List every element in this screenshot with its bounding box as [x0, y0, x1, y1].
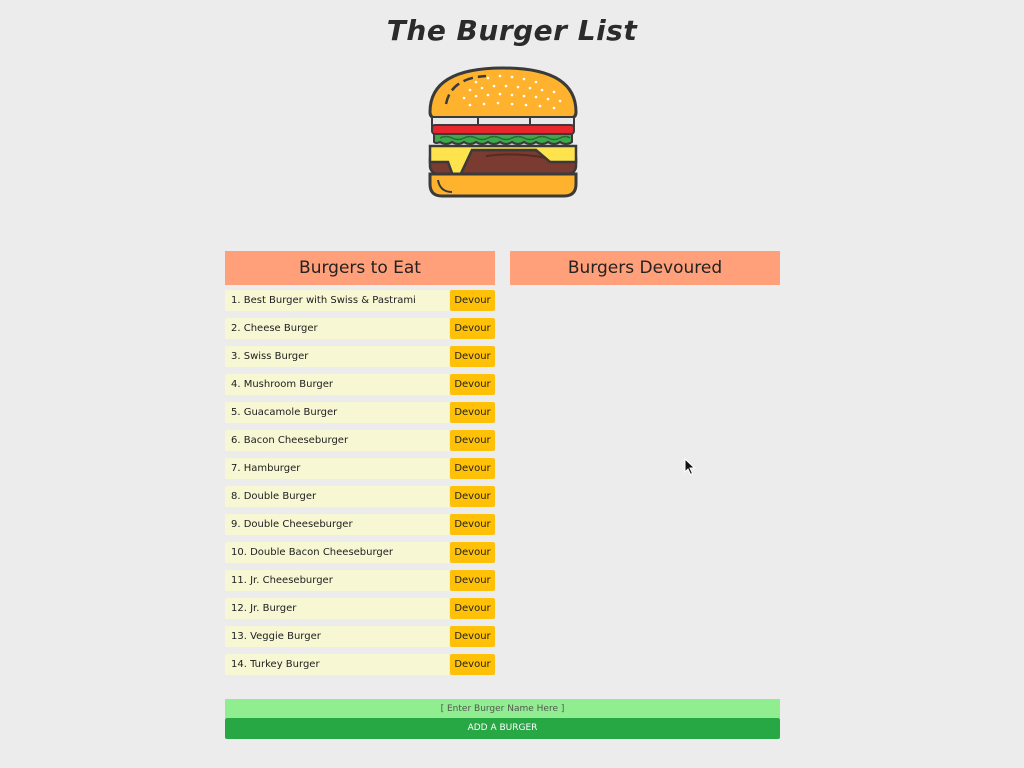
burger-name: 1. Best Burger with Swiss & Pastrami: [225, 290, 449, 311]
burger-row: 10. Double Bacon Cheeseburger Devour: [225, 541, 495, 569]
burger-name: 3. Swiss Burger: [225, 346, 449, 367]
burger-name: 2. Cheese Burger: [225, 318, 449, 339]
burger-row: 3. Swiss Burger Devour: [225, 345, 495, 373]
burger-name: 10. Double Bacon Cheeseburger: [225, 542, 449, 563]
devour-button[interactable]: Devour: [450, 598, 495, 619]
burger-name: 5. Guacamole Burger: [225, 402, 449, 423]
devour-button[interactable]: Devour: [450, 374, 495, 395]
burger-row: 13. Veggie Burger Devour: [225, 625, 495, 653]
burger-name-input[interactable]: [225, 699, 780, 718]
devour-button[interactable]: Devour: [450, 654, 495, 675]
burgers-to-eat-list: 1. Best Burger with Swiss & Pastrami Devo…: [225, 289, 495, 681]
burger-row: 7. Hamburger Devour: [225, 457, 495, 485]
devour-button[interactable]: Devour: [450, 346, 495, 367]
burger-name: 11. Jr. Cheeseburger: [225, 570, 449, 591]
burger-name: 6. Bacon Cheeseburger: [225, 430, 449, 451]
burger-name: 9. Double Cheeseburger: [225, 514, 449, 535]
devour-button[interactable]: Devour: [450, 430, 495, 451]
burgers-devoured-header: Burgers Devoured: [510, 251, 780, 285]
burger-name: 13. Veggie Burger: [225, 626, 449, 647]
burger-row: 5. Guacamole Burger Devour: [225, 401, 495, 429]
devour-button[interactable]: Devour: [450, 290, 495, 311]
burgers-to-eat-header: Burgers to Eat: [225, 251, 495, 285]
burger-row: 9. Double Cheeseburger Devour: [225, 513, 495, 541]
burger-name: 8. Double Burger: [225, 486, 449, 507]
burger-row: 12. Jr. Burger Devour: [225, 597, 495, 625]
devour-button[interactable]: Devour: [450, 318, 495, 339]
devour-button[interactable]: Devour: [450, 626, 495, 647]
burger-row: 4. Mushroom Burger Devour: [225, 373, 495, 401]
burger-name: 4. Mushroom Burger: [225, 374, 449, 395]
devour-button[interactable]: Devour: [450, 514, 495, 535]
devour-button[interactable]: Devour: [450, 570, 495, 591]
burger-row: 1. Best Burger with Swiss & Pastrami Devo…: [225, 289, 495, 317]
burger-row: 11. Jr. Cheeseburger Devour: [225, 569, 495, 597]
devour-button[interactable]: Devour: [450, 458, 495, 479]
burger-name: 14. Turkey Burger: [225, 654, 449, 675]
burger-name: 7. Hamburger: [225, 458, 449, 479]
devour-button[interactable]: Devour: [450, 542, 495, 563]
burger-row: 6. Bacon Cheeseburger Devour: [225, 429, 495, 457]
burger-row: 14. Turkey Burger Devour: [225, 653, 495, 681]
page-title: The Burger List: [386, 14, 638, 47]
devour-button[interactable]: Devour: [450, 486, 495, 507]
add-burger-button[interactable]: ADD A BURGER: [225, 718, 780, 739]
devour-button[interactable]: Devour: [450, 402, 495, 423]
burger-name: 12. Jr. Burger: [225, 598, 449, 619]
burger-row: 8. Double Burger Devour: [225, 485, 495, 513]
burger-logo-icon: [428, 66, 578, 198]
burger-row: 2. Cheese Burger Devour: [225, 317, 495, 345]
mouse-pointer-icon: [684, 458, 696, 476]
